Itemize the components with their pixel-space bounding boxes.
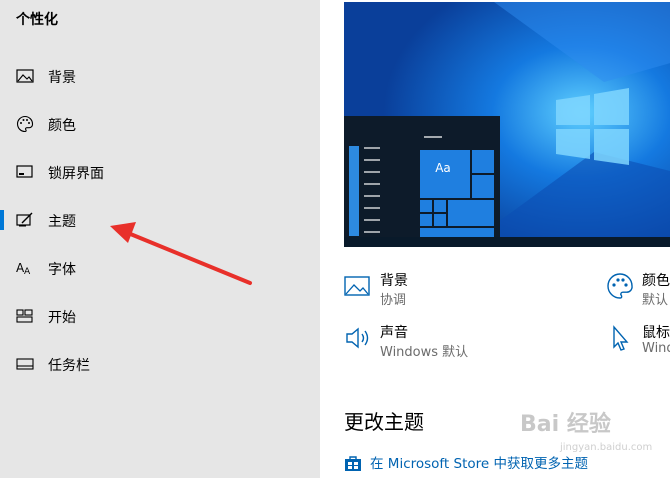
sidebar-item-lock-screen[interactable]: 锁屏界面 [0, 152, 320, 192]
sidebar-item-taskbar[interactable]: 任务栏 [0, 344, 320, 384]
store-link[interactable]: 在 Microsoft Store 中获取更多主题 [344, 452, 588, 475]
lock-screen-icon [16, 164, 34, 180]
watermark: Bai 经验 [520, 412, 611, 437]
setting-subtitle: 默认 [642, 293, 669, 308]
speaker-icon [344, 324, 372, 352]
sidebar: 个性化 背景 颜色 锁屏界面 主题 AA 字体 开始 任务栏 [0, 0, 320, 478]
store-icon [344, 455, 362, 475]
main-panel: Aa 背景 协调 颜色 默认 声音 Windows 默认 鼠标 Windows … [320, 0, 670, 478]
setting-title: 背景 [380, 273, 408, 289]
preview-tile-text: Aa [435, 161, 451, 175]
sidebar-item-label: 锁屏界面 [48, 166, 104, 182]
sidebar-item-start[interactable]: 开始 [0, 296, 320, 336]
palette-icon [606, 272, 634, 300]
setting-title: 鼠标 [642, 325, 670, 341]
theme-brush-icon [16, 212, 34, 228]
sidebar-title: 个性化 [16, 12, 58, 28]
store-link-text: 在 Microsoft Store 中获取更多主题 [370, 456, 588, 472]
image-icon [344, 272, 372, 300]
palette-icon [16, 115, 34, 133]
sidebar-item-colors[interactable]: 颜色 [0, 104, 320, 144]
theme-preview: Aa [344, 2, 670, 247]
svg-text:A: A [24, 267, 31, 276]
setting-subtitle: Windows 默认 [380, 345, 469, 360]
sidebar-item-fonts[interactable]: AA 字体 [0, 248, 320, 288]
sidebar-item-themes[interactable]: 主题 [0, 200, 320, 240]
mouse-pointer-icon [606, 324, 634, 352]
start-icon [16, 308, 34, 324]
change-theme-heading: 更改主题 [344, 410, 424, 434]
setting-subtitle: Windows [642, 341, 670, 356]
watermark-subtext: jingyan.baidu.com [560, 442, 653, 453]
sidebar-item-label: 开始 [48, 310, 76, 326]
sidebar-item-label: 任务栏 [48, 358, 90, 374]
font-icon: AA [16, 260, 34, 276]
preview-taskbar [344, 237, 670, 247]
sidebar-item-label: 背景 [48, 70, 76, 86]
image-icon [16, 68, 34, 84]
sidebar-item-label: 颜色 [48, 118, 76, 134]
setting-title: 声音 [380, 325, 408, 341]
selection-indicator [0, 210, 4, 230]
sidebar-item-background[interactable]: 背景 [0, 56, 320, 96]
taskbar-icon [16, 356, 34, 372]
setting-subtitle: 协调 [380, 293, 407, 308]
sidebar-item-label: 主题 [48, 214, 76, 230]
setting-title: 颜色 [642, 273, 670, 289]
sidebar-item-label: 字体 [48, 262, 76, 278]
